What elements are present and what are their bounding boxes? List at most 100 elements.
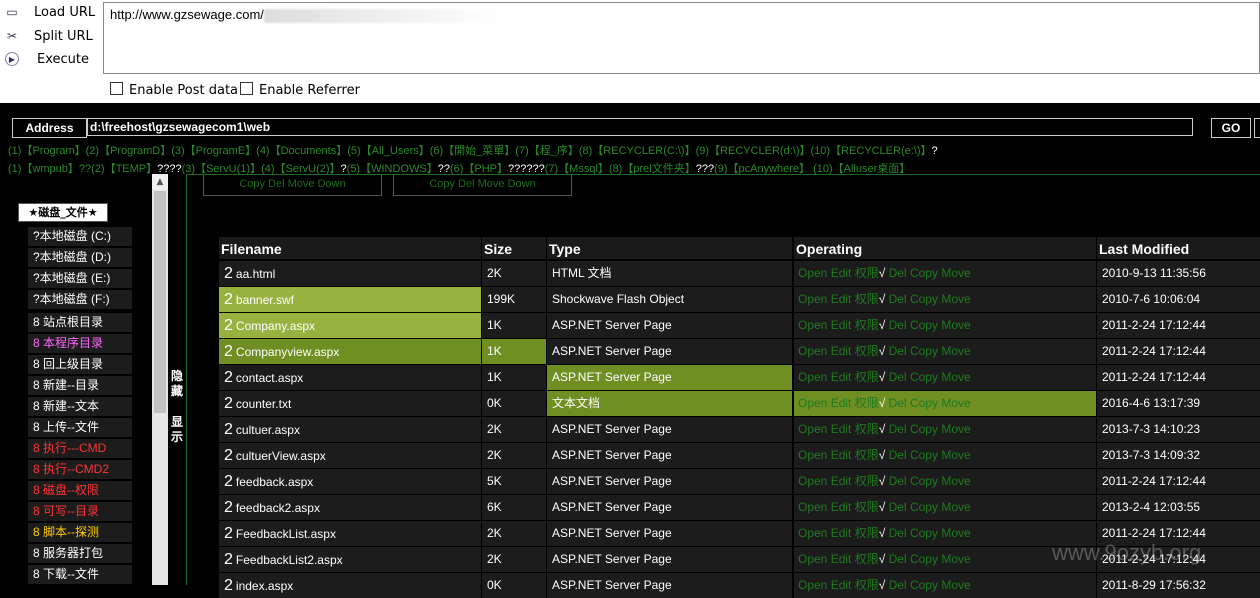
scroll-thumb[interactable] xyxy=(154,191,166,413)
file-name-link[interactable]: feedback2.aspx xyxy=(236,501,320,515)
open-edit-permission-links[interactable]: Open Edit 权限 xyxy=(798,526,879,540)
redacted-url-part xyxy=(263,8,504,23)
sidebar-action-item[interactable]: 8 新建--目录 xyxy=(28,376,132,395)
del-copy-move-links[interactable]: Del Copy Move xyxy=(885,318,971,332)
file-size-cell: 2K xyxy=(482,261,546,286)
header-last-modified[interactable]: Last Modified xyxy=(1097,237,1260,259)
file-name-link[interactable]: Company.aspx xyxy=(236,319,315,333)
del-copy-move-links[interactable]: Del Copy Move xyxy=(885,552,971,566)
sidebar-action-item[interactable]: 8 磁盘--权限 xyxy=(28,481,132,500)
sidebar-drive-item[interactable]: ?本地磁盘 (C:) xyxy=(28,227,132,246)
enable-referrer-checkbox[interactable]: Enable Referrer xyxy=(240,82,360,98)
sidebar-scrollbar[interactable]: ▲ xyxy=(152,174,168,585)
file-size-cell: 2K xyxy=(482,417,546,442)
sidebar-drive-item[interactable]: ?本地磁盘 (D:) xyxy=(28,248,132,267)
sidebar-action-item[interactable]: 8 服务器打包 xyxy=(28,544,132,563)
show-sidebar-label[interactable]: 显示 xyxy=(171,415,184,445)
sidebar-toggle[interactable]: 隐藏 显示 xyxy=(168,174,186,585)
file-name-link[interactable]: feedback.aspx xyxy=(236,475,313,489)
sidebar-action-item[interactable]: 8 执行--CMD2 xyxy=(28,460,132,479)
file-type-cell: ASP.NET Server Page xyxy=(547,339,792,364)
file-size-cell: 1K xyxy=(482,313,546,338)
hide-sidebar-label[interactable]: 隐藏 xyxy=(171,369,184,399)
sidebar-drive-item[interactable]: ?本地磁盘 (F:) xyxy=(28,290,132,309)
file-name-cell: 2 contact.aspx xyxy=(219,365,481,390)
header-operating[interactable]: Operating xyxy=(794,237,1096,259)
file-name-cell: 2 FeedbackList2.aspx xyxy=(219,547,481,572)
sidebar-action-item[interactable]: 8 本程序目录 xyxy=(28,334,132,353)
file-icon: 2 xyxy=(224,421,233,438)
file-size-cell: 2K xyxy=(482,547,546,572)
del-copy-move-links[interactable]: Del Copy Move xyxy=(885,396,971,410)
execute-button[interactable]: ▶ Execute xyxy=(0,49,100,71)
open-edit-permission-links[interactable]: Open Edit 权限 xyxy=(798,448,879,462)
quick-link-segment[interactable]: (1)【wmpub】??(2)【TEMP】 xyxy=(8,163,157,175)
header-filename[interactable]: Filename xyxy=(219,237,481,259)
del-copy-move-links[interactable]: Del Copy Move xyxy=(885,422,971,436)
sidebar-action-item[interactable]: 8 执行---CMD xyxy=(28,439,132,458)
sidebar-action-item[interactable]: 8 上传--文件 xyxy=(28,418,132,437)
open-edit-permission-links[interactable]: Open Edit 权限 xyxy=(798,318,879,332)
open-edit-permission-links[interactable]: Open Edit 权限 xyxy=(798,500,879,514)
open-edit-permission-links[interactable]: Open Edit 权限 xyxy=(798,292,879,306)
open-edit-permission-links[interactable]: Open Edit 权限 xyxy=(798,266,879,280)
del-copy-move-links[interactable]: Del Copy Move xyxy=(885,292,971,306)
file-name-link[interactable]: aa.html xyxy=(236,267,275,281)
file-icon: 2 xyxy=(224,551,233,568)
file-name-cell: 2 aa.html xyxy=(219,261,481,286)
file-modified-cell: 2013-2-4 12:03:55 xyxy=(1097,495,1260,520)
address-input[interactable]: d:\freehost\gzsewagecom1\web xyxy=(87,118,1193,136)
file-type-cell: Shockwave Flash Object xyxy=(547,287,792,312)
sidebar-action-item[interactable]: 8 新建--文本 xyxy=(28,397,132,416)
sidebar-action-item[interactable]: 8 下载--文件 xyxy=(28,565,132,584)
file-name-link[interactable]: index.aspx xyxy=(236,579,293,593)
file-name-link[interactable]: banner.swf xyxy=(236,293,294,307)
open-edit-permission-links[interactable]: Open Edit 权限 xyxy=(798,474,879,488)
header-type[interactable]: Type xyxy=(547,237,792,259)
file-name-cell: 2 feedback2.aspx xyxy=(219,495,481,520)
del-copy-move-links[interactable]: Del Copy Move xyxy=(885,474,971,488)
sidebar-action-item[interactable]: 8 回上级目录 xyxy=(28,355,132,374)
url-textarea[interactable]: http://www.gzsewage.com/ xyxy=(103,2,1260,74)
open-edit-permission-links[interactable]: Open Edit 权限 xyxy=(798,422,879,436)
file-name-link[interactable]: counter.txt xyxy=(236,397,291,411)
del-copy-move-links[interactable]: Del Copy Move xyxy=(885,448,971,462)
file-type-cell: ASP.NET Server Page xyxy=(547,573,792,598)
open-edit-permission-links[interactable]: Open Edit 权限 xyxy=(798,396,879,410)
del-copy-move-links[interactable]: Del Copy Move xyxy=(885,526,971,540)
file-name-link[interactable]: FeedbackList2.aspx xyxy=(236,553,343,567)
sidebar-action-item[interactable]: 8 站点根目录 xyxy=(28,313,132,332)
quick-link-segment[interactable]: (1)【Program】(2)【ProgramD】(3)【ProgramE】(4… xyxy=(8,145,932,157)
split-url-button[interactable]: ✂ Split URL xyxy=(0,26,100,48)
go-button[interactable]: GO xyxy=(1211,118,1251,138)
sidebar-drive-item[interactable]: ?本地磁盘 (E:) xyxy=(28,269,132,288)
file-name-link[interactable]: contact.aspx xyxy=(236,371,303,385)
header-size[interactable]: Size xyxy=(482,237,546,259)
file-name-link[interactable]: FeedbackList.aspx xyxy=(236,527,336,541)
sidebar-action-item[interactable]: 8 可写--目录 xyxy=(28,502,132,521)
open-edit-permission-links[interactable]: Open Edit 权限 xyxy=(798,552,879,566)
open-edit-permission-links[interactable]: Open Edit 权限 xyxy=(798,578,879,592)
copy-del-move-down-button-1[interactable]: Copy Del Move Down xyxy=(203,175,382,196)
file-type-cell: ASP.NET Server Page xyxy=(547,417,792,442)
del-copy-move-links[interactable]: Del Copy Move xyxy=(885,344,971,358)
del-copy-move-links[interactable]: Del Copy Move xyxy=(885,578,971,592)
copy-del-move-down-button-2[interactable]: Copy Del Move Down xyxy=(393,175,572,196)
del-copy-move-links[interactable]: Del Copy Move xyxy=(885,266,971,280)
file-name-link[interactable]: cultuer.aspx xyxy=(236,423,300,437)
file-name-link[interactable]: cultuerView.aspx xyxy=(236,449,326,463)
file-name-cell: 2 banner.swf xyxy=(219,287,481,312)
enable-post-checkbox[interactable]: Enable Post data xyxy=(110,82,238,98)
file-icon: 2 xyxy=(224,447,233,464)
open-edit-permission-links[interactable]: Open Edit 权限 xyxy=(798,344,879,358)
sidebar-action-item[interactable]: 8 脚本--探测 xyxy=(28,523,132,542)
file-size-cell: 1K xyxy=(482,365,546,390)
open-edit-permission-links[interactable]: Open Edit 权限 xyxy=(798,370,879,384)
file-name-link[interactable]: Companyview.aspx xyxy=(236,345,339,359)
del-copy-move-links[interactable]: Del Copy Move xyxy=(885,500,971,514)
del-copy-move-links[interactable]: Del Copy Move xyxy=(885,370,971,384)
quick-links-row-1[interactable]: (1)【Program】(2)【ProgramD】(3)【ProgramE】(4… xyxy=(8,142,938,158)
scroll-up-icon[interactable]: ▲ xyxy=(152,174,168,190)
next-button-edge[interactable] xyxy=(1254,118,1260,138)
load-url-button[interactable]: ▭ Load URL xyxy=(0,2,100,24)
